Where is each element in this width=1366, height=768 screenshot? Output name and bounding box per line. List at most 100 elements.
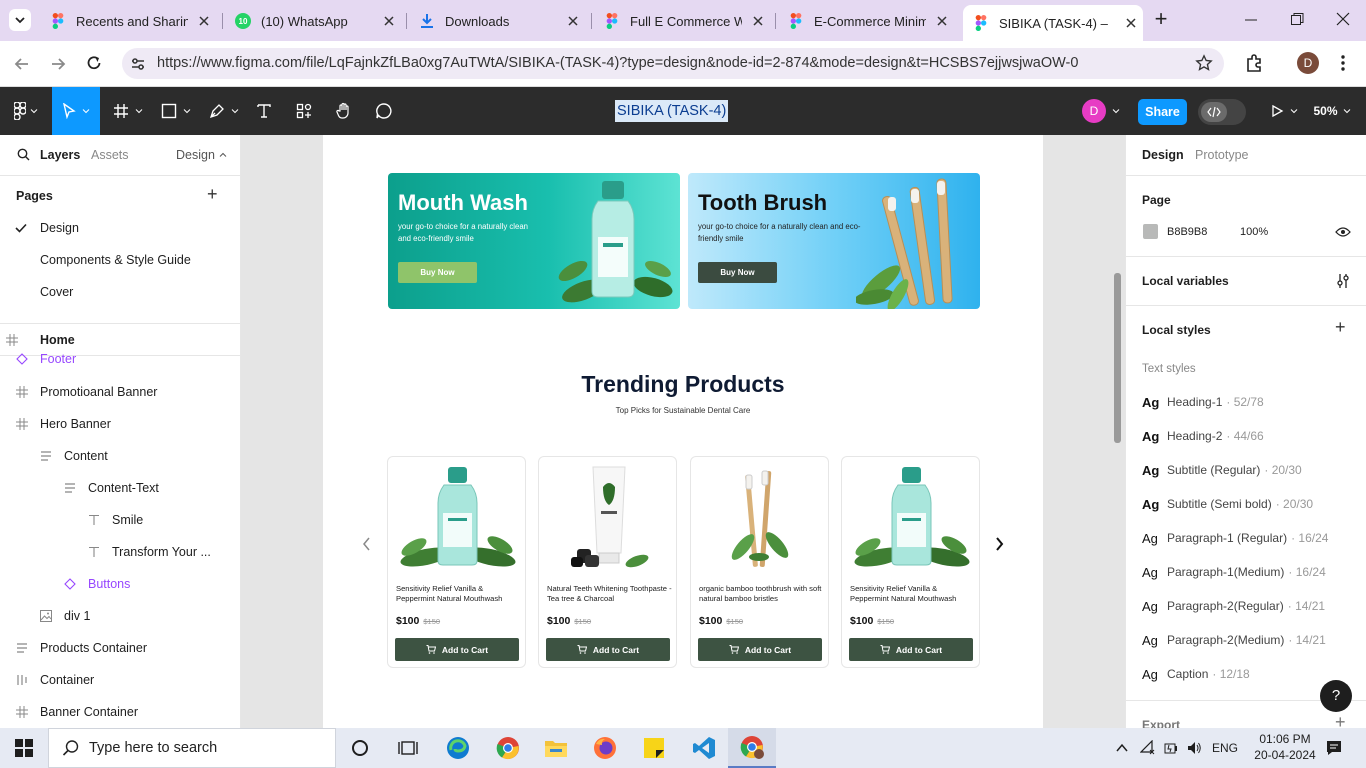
search-icon[interactable]	[17, 148, 30, 161]
hand-tool[interactable]	[332, 87, 356, 135]
toothbrush-banner[interactable]: Tooth Brush your go-to choice for a natu…	[688, 173, 980, 309]
eye-icon[interactable]	[1335, 226, 1351, 238]
page-color-swatch[interactable]	[1143, 224, 1158, 239]
product-card[interactable]: organic bamboo toothbrush with soft natu…	[690, 456, 829, 668]
layer-item[interactable]: div 1	[0, 600, 240, 632]
layer-item[interactable]: Transform Your ...	[0, 536, 240, 568]
layer-item[interactable]: Buttons	[0, 568, 240, 600]
url-text[interactable]: https://www.figma.com/file/LqFajnkZfLBa0…	[157, 55, 1078, 71]
frame-tool[interactable]	[108, 87, 148, 135]
restore-button[interactable]	[1288, 10, 1306, 28]
notifications-icon[interactable]	[1325, 739, 1343, 757]
layer-item[interactable]: Home	[0, 324, 240, 356]
text-style-item[interactable]: Ag Caption · 12/18	[1142, 663, 1250, 685]
design-canvas[interactable]: Mouth Wash your go-to choice for a natur…	[241, 135, 1125, 728]
text-style-item[interactable]: Ag Paragraph-1 (Regular) · 16/24	[1142, 527, 1328, 549]
new-tab-button[interactable]: +	[1151, 8, 1171, 32]
layer-item[interactable]: Banner Container	[0, 696, 240, 728]
page-item[interactable]: Design	[0, 212, 240, 244]
extensions-icon[interactable]	[1244, 53, 1264, 73]
resources-tool[interactable]	[292, 87, 316, 135]
comment-tool[interactable]	[372, 87, 396, 135]
carousel-next-icon[interactable]	[993, 536, 1005, 552]
move-tool[interactable]	[52, 87, 100, 135]
close-tab-icon[interactable]	[1125, 17, 1137, 29]
close-tab-icon[interactable]	[936, 15, 948, 27]
add-to-cart-button[interactable]: Add to Cart	[546, 638, 670, 661]
product-card[interactable]: Natural Teeth Whitening Toothpaste - Tea…	[538, 456, 677, 668]
text-style-item[interactable]: Ag Subtitle (Semi bold) · 20/30	[1142, 493, 1313, 515]
file-title[interactable]: SIBIKA (TASK-4)	[615, 100, 729, 122]
close-window-button[interactable]	[1334, 10, 1352, 28]
add-to-cart-button[interactable]: Add to Cart	[849, 638, 973, 661]
reload-icon[interactable]	[85, 54, 103, 72]
layer-item[interactable]: Content-Text	[0, 472, 240, 504]
browser-tab[interactable]: Full E Commerce We	[594, 7, 770, 35]
close-tab-icon[interactable]	[752, 15, 764, 27]
taskbar-search-box[interactable]: Type here to search	[48, 728, 336, 768]
close-tab-icon[interactable]	[383, 15, 395, 27]
page-item[interactable]: Components & Style Guide	[0, 244, 240, 276]
pen-tool[interactable]	[204, 87, 244, 135]
cortana-button[interactable]	[336, 728, 384, 768]
layer-item[interactable]: Promotioanal Banner	[0, 376, 240, 408]
text-style-item[interactable]: Ag Paragraph-1(Medium) · 16/24	[1142, 561, 1326, 583]
variables-icon[interactable]	[1336, 273, 1350, 289]
chrome-app-active[interactable]	[728, 728, 776, 768]
minimize-button[interactable]	[1242, 10, 1260, 28]
layer-item[interactable]: Products Container	[0, 632, 240, 664]
add-page-button[interactable]: +	[207, 185, 218, 203]
text-style-item[interactable]: Ag Subtitle (Regular) · 20/30	[1142, 459, 1302, 481]
browser-tab[interactable]: 10 (10) WhatsApp	[225, 7, 401, 35]
page-color-value[interactable]: B8B9B8	[1167, 226, 1207, 238]
language-indicator[interactable]: ENG	[1212, 741, 1238, 755]
text-style-item[interactable]: Ag Paragraph-2(Medium) · 14/21	[1142, 629, 1326, 651]
page-opacity-value[interactable]: 100%	[1240, 226, 1268, 238]
back-arrow-icon[interactable]	[13, 55, 31, 73]
browser-tab[interactable]: E-Commerce Minima	[778, 7, 954, 35]
share-button[interactable]: Share	[1138, 99, 1187, 125]
task-view-button[interactable]	[384, 728, 432, 768]
add-to-cart-button[interactable]: Add to Cart	[395, 638, 519, 661]
layer-item[interactable]: Smile	[0, 504, 240, 536]
chevron-down-icon[interactable]	[1112, 107, 1120, 115]
panel-scrollbar[interactable]	[1115, 273, 1121, 443]
shape-tool[interactable]	[156, 87, 196, 135]
close-tab-icon[interactable]	[567, 15, 579, 27]
bookmark-star-icon[interactable]	[1195, 54, 1213, 72]
text-style-item[interactable]: Ag Heading-1 · 52/78	[1142, 391, 1264, 413]
present-button[interactable]	[1266, 87, 1302, 135]
zoom-menu[interactable]: 50%	[1308, 87, 1356, 135]
layer-item[interactable]: Content	[0, 440, 240, 472]
layer-item[interactable]: Container	[0, 664, 240, 696]
figma-main-menu[interactable]	[8, 87, 44, 135]
mouthwash-banner[interactable]: Mouth Wash your go-to choice for a natur…	[388, 173, 680, 309]
add-to-cart-button[interactable]: Add to Cart	[698, 638, 822, 661]
browser-tab[interactable]: Recents and Sharing	[40, 7, 216, 35]
volume-icon[interactable]	[1186, 740, 1202, 756]
home-frame[interactable]: Mouth Wash your go-to choice for a natur…	[323, 135, 1043, 728]
tab-search-button[interactable]	[9, 9, 31, 31]
carousel-prev-icon[interactable]	[361, 536, 373, 552]
product-card[interactable]: Sensitivity Relief Vanilla & Peppermint …	[841, 456, 980, 668]
tab-layers[interactable]: Layers	[40, 148, 80, 162]
profile-avatar[interactable]: D	[1297, 52, 1319, 74]
layer-item[interactable]: Hero Banner	[0, 408, 240, 440]
tab-design[interactable]: Design	[1142, 148, 1184, 162]
layer-item[interactable]: Footer	[0, 353, 240, 365]
browser-tab[interactable]: Downloads	[409, 7, 585, 35]
browser-menu-icon[interactable]	[1335, 54, 1351, 72]
collaborator-avatar[interactable]: D	[1082, 99, 1106, 123]
text-tool[interactable]	[252, 87, 276, 135]
address-bar[interactable]: https://www.figma.com/file/LqFajnkZfLBa0…	[122, 48, 1224, 79]
text-style-item[interactable]: Ag Paragraph-2(Regular) · 14/21	[1142, 595, 1325, 617]
show-hidden-icons-icon[interactable]	[1115, 742, 1129, 754]
browser-tab[interactable]: SIBIKA (TASK-4) – Fig	[963, 5, 1143, 41]
site-settings-icon[interactable]	[130, 56, 146, 72]
start-button[interactable]	[0, 728, 48, 768]
dev-mode-toggle[interactable]	[1198, 99, 1246, 125]
help-button[interactable]: ?	[1320, 680, 1352, 712]
forward-arrow-icon[interactable]	[49, 55, 67, 73]
network-icon[interactable]	[1140, 740, 1156, 756]
buy-now-button[interactable]: Buy Now	[698, 262, 777, 283]
